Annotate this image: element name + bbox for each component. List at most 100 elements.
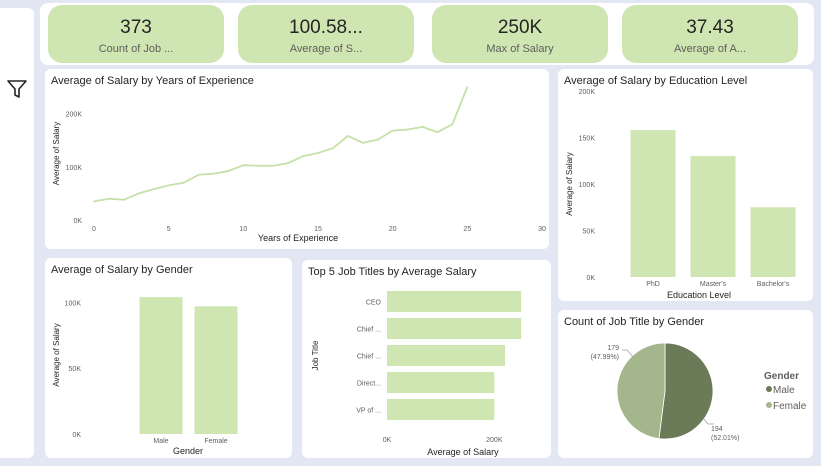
job-titles-bar-chart: CEO Chief ... Chief ... Direct... VP of ... 0… — [311, 290, 522, 457]
data-point — [227, 170, 230, 172]
x-tick-label: 15 — [314, 226, 322, 233]
data-point — [108, 197, 110, 200]
y-tick-label: 200K — [66, 112, 83, 119]
y-axis-label: Average of Salary — [565, 152, 574, 215]
data-point — [361, 141, 364, 144]
x-tick-label: Male — [153, 438, 168, 445]
gender-bar-chart: 0K 50K 100K Male FemaleGender Average of Sala… — [52, 297, 238, 456]
y-tick-label: 200K — [579, 89, 596, 96]
kpi-value: 100.58... — [289, 17, 363, 38]
x-tick-label: 25 — [463, 226, 471, 233]
data-point — [332, 147, 334, 150]
data-point — [302, 155, 304, 158]
legend-item: Male — [773, 385, 795, 396]
data-point — [391, 129, 394, 132]
data-point — [93, 200, 95, 203]
x-tick-label: 5 — [167, 226, 171, 233]
kpi-card-average-salary[interactable]: 100.58... Average of S... — [238, 5, 414, 63]
kpi-label: Count of Job ... — [98, 43, 174, 55]
line-chart-card[interactable]: Average of Salary by Years of Experience… — [45, 69, 549, 249]
data-point — [182, 181, 185, 184]
education-bar-chart: 0K 50K 100K 150K 200K PhD Master's Bachelor's Ed… — [565, 89, 796, 300]
data-point — [137, 192, 140, 195]
data-label-count: 179 — [607, 345, 619, 352]
data-point — [152, 188, 155, 191]
x-axis-label: Years of Experience — [258, 233, 338, 243]
y-axis-label: Job Title — [311, 340, 320, 370]
bar — [387, 344, 506, 367]
kpi-value: 373 — [120, 17, 152, 38]
x-tick-label: Master's — [700, 281, 727, 288]
y-tick-label: VP of ... — [356, 408, 381, 415]
data-point — [436, 131, 439, 134]
data-label-leader — [622, 349, 634, 358]
data-point — [317, 152, 319, 154]
y-tick-label: Chief ... — [357, 327, 381, 334]
pie-slice — [658, 342, 714, 440]
bar — [387, 290, 522, 313]
data-point — [122, 198, 125, 201]
kpi-card-count-job-title[interactable]: 373 Count of Job ... — [48, 5, 224, 63]
data-point — [257, 164, 260, 167]
y-tick-label: Chief ... — [357, 354, 381, 361]
kpi-label: Max of Salary — [486, 43, 554, 55]
x-tick-label: 30 — [538, 226, 546, 233]
y-tick-label: 0K — [73, 218, 82, 225]
kpi-value: 37.43 — [686, 17, 734, 38]
x-tick-label: Bachelor's — [757, 281, 790, 288]
bar — [630, 130, 676, 277]
y-tick-label: 100K — [579, 182, 596, 189]
legend-item: Female — [773, 401, 807, 412]
bar — [690, 156, 736, 277]
data-point — [242, 164, 245, 167]
x-tick-label: 0K — [383, 437, 392, 444]
x-tick-label: Female — [204, 438, 227, 445]
data-point — [451, 123, 454, 126]
bar — [750, 207, 796, 277]
data-point — [197, 173, 200, 176]
data-point — [167, 184, 170, 187]
x-tick-label: PhD — [646, 281, 660, 288]
x-tick-label: 0 — [92, 226, 96, 233]
series-line — [93, 86, 469, 203]
x-axis-label: Education Level — [667, 290, 731, 300]
data-point — [212, 172, 215, 175]
data-label-count: 194 — [711, 426, 723, 433]
job-titles-bar-chart-card[interactable]: Top 5 Job Titles by Average Salary CEO Ch… — [302, 260, 551, 458]
kpi-strip: 373 Count of Job ... 100.58... Average o… — [40, 3, 814, 65]
legend-marker — [766, 386, 772, 392]
filter-icon[interactable] — [6, 78, 28, 100]
y-axis-label: Average of Salary — [52, 122, 61, 185]
data-label-pct: (52.01%) — [711, 435, 739, 442]
legend-marker — [766, 402, 772, 408]
pie-chart-card[interactable]: Count of Job Title by Gender 194 (52.01%)… — [558, 310, 813, 458]
x-tick-label: 10 — [239, 226, 247, 233]
y-tick-label: 0K — [72, 432, 81, 439]
y-tick-label: Direct... — [357, 381, 381, 388]
x-tick-label: 20 — [389, 226, 397, 233]
data-point — [421, 126, 424, 128]
education-bar-chart-card[interactable]: Average of Salary by Education Level 0K 5… — [558, 69, 813, 301]
data-point — [272, 164, 275, 167]
y-tick-label: CEO — [366, 300, 382, 307]
data-point — [376, 138, 379, 141]
kpi-card-average-age[interactable]: 37.43 Average of A... — [622, 5, 798, 63]
data-point — [406, 128, 409, 131]
sidebar — [0, 8, 34, 458]
kpi-card-max-salary[interactable]: 250K Max of Salary — [432, 5, 608, 63]
data-point — [466, 86, 469, 88]
gender-pie-chart: 194 (52.01%) 179 (47.99%) Gender Male Female — [591, 342, 807, 442]
x-tick-label: 200K — [486, 437, 503, 444]
y-tick-label: 50K — [583, 229, 596, 236]
data-label-pct: (47.99%) — [591, 354, 619, 361]
y-axis-label: Average of Salary — [52, 323, 61, 386]
y-tick-label: 100K — [66, 165, 83, 172]
gender-bar-chart-card[interactable]: Average of Salary by Gender 0K 50K 100K Mal… — [45, 258, 292, 458]
y-tick-label: 100K — [65, 300, 82, 307]
legend-title: Gender — [764, 371, 799, 382]
data-point — [287, 162, 290, 164]
data-point — [346, 135, 349, 137]
bar — [387, 371, 495, 394]
x-axis-label: Gender — [173, 446, 203, 456]
kpi-label: Average of S... — [289, 43, 363, 55]
